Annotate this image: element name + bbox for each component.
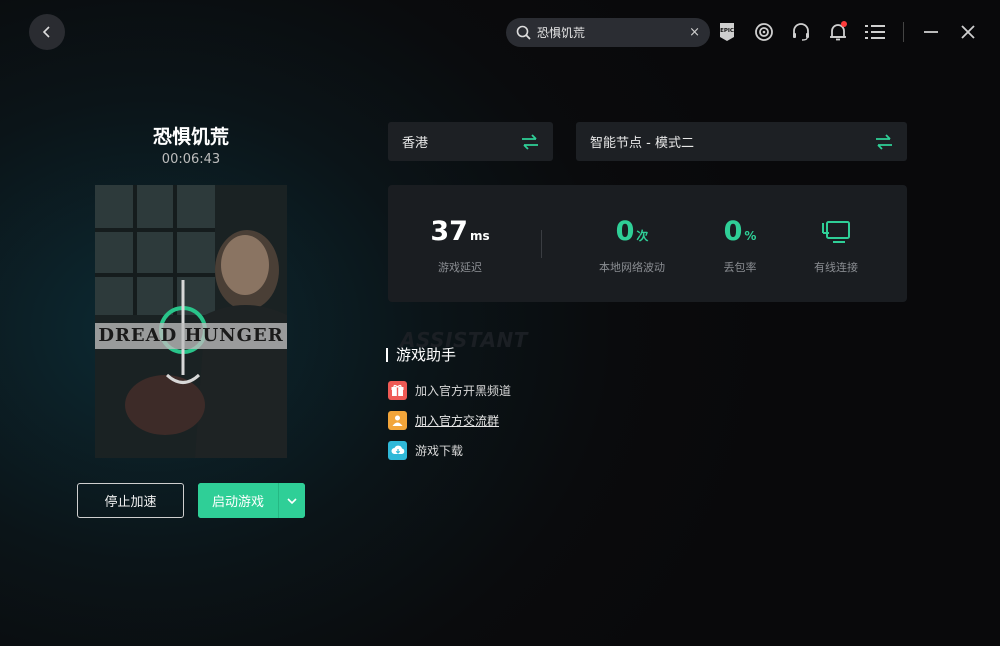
- region-label: 香港: [402, 136, 429, 151]
- region-selector[interactable]: 香港: [388, 122, 553, 161]
- assistant-item-game-download[interactable]: 游戏下载: [388, 440, 511, 460]
- stats-divider: [541, 230, 542, 258]
- launch-game-button-group: 启动游戏: [198, 483, 305, 518]
- swap-icon: [522, 133, 538, 150]
- latency-value: 37: [430, 216, 468, 247]
- assistant-item-link[interactable]: 加入官方交流群: [415, 412, 499, 429]
- network-stats-panel: 37 ms 游戏延迟 0次 本地网络波动 0% 丢包率 有线连接: [388, 185, 907, 302]
- packet-loss-label: 丢包率: [723, 261, 757, 274]
- search-icon: [516, 25, 531, 40]
- assistant-item-community-group[interactable]: 加入官方交流群: [388, 410, 511, 430]
- assistant-title-text: 游戏助手: [396, 346, 457, 364]
- connection-label: 有线连接: [814, 261, 858, 274]
- cover-logo-text: DREAD HUNGER: [95, 323, 287, 349]
- stop-acceleration-button[interactable]: 停止加速: [77, 483, 184, 518]
- back-icon: [42, 26, 50, 38]
- back-button[interactable]: [29, 14, 65, 50]
- packet-loss-value: 0: [723, 216, 743, 247]
- title-accent-bar: [386, 347, 388, 362]
- node-label: 智能节点 - 模式二: [590, 136, 694, 151]
- gift-icon: [388, 380, 407, 400]
- chevron-down-icon: [287, 497, 297, 504]
- toolbar-divider: [903, 22, 904, 42]
- assistant-title: 游戏助手: [386, 344, 456, 365]
- launch-options-dropdown[interactable]: [278, 483, 305, 518]
- swap-icon: [876, 133, 892, 150]
- latency-unit: ms: [469, 229, 490, 243]
- elapsed-timer: 00:06:43: [161, 152, 221, 167]
- group-icon: [388, 410, 407, 430]
- jitter-unit: 次: [636, 229, 649, 243]
- steam-icon[interactable]: [750, 18, 778, 46]
- jitter-label: 本地网络波动: [599, 261, 665, 274]
- headset-icon[interactable]: [787, 18, 815, 46]
- jitter-stat: 0次 本地网络波动: [584, 215, 680, 275]
- epic-icon[interactable]: EPIC: [713, 18, 741, 46]
- launch-game-button[interactable]: 启动游戏: [198, 483, 278, 518]
- game-title: 恐惧饥荒: [152, 126, 229, 148]
- packet-loss-stat: 0% 丢包率: [708, 215, 772, 275]
- svg-text:EPIC: EPIC: [720, 28, 734, 34]
- packet-loss-unit: %: [744, 229, 757, 243]
- connection-stat: 有线连接: [800, 215, 872, 275]
- window-close-icon[interactable]: [954, 18, 982, 46]
- minimize-icon[interactable]: [917, 18, 945, 46]
- jitter-value: 0: [615, 216, 635, 247]
- menu-icon[interactable]: [861, 18, 889, 46]
- bell-icon[interactable]: [824, 18, 852, 46]
- assistant-item-label: 游戏下载: [415, 443, 464, 458]
- notification-dot: [841, 21, 847, 27]
- assistant-item-voice-channel[interactable]: 加入官方开黑频道: [388, 380, 511, 400]
- latency-label: 游戏延迟: [438, 261, 482, 274]
- assistant-item-label: 加入官方开黑频道: [415, 383, 512, 398]
- latency-stat: 37 ms 游戏延迟: [420, 215, 500, 275]
- cloud-download-icon: [388, 440, 407, 460]
- assistant-list: 加入官方开黑频道 加入官方交流群 游戏下载: [388, 380, 511, 470]
- search-input[interactable]: [537, 25, 690, 40]
- game-cover: DREAD HUNGER: [95, 185, 287, 458]
- node-selector[interactable]: 智能节点 - 模式二: [576, 122, 907, 161]
- wired-connection-icon: [822, 221, 850, 243]
- search-bar[interactable]: ×: [506, 18, 710, 47]
- close-icon[interactable]: ×: [689, 25, 700, 40]
